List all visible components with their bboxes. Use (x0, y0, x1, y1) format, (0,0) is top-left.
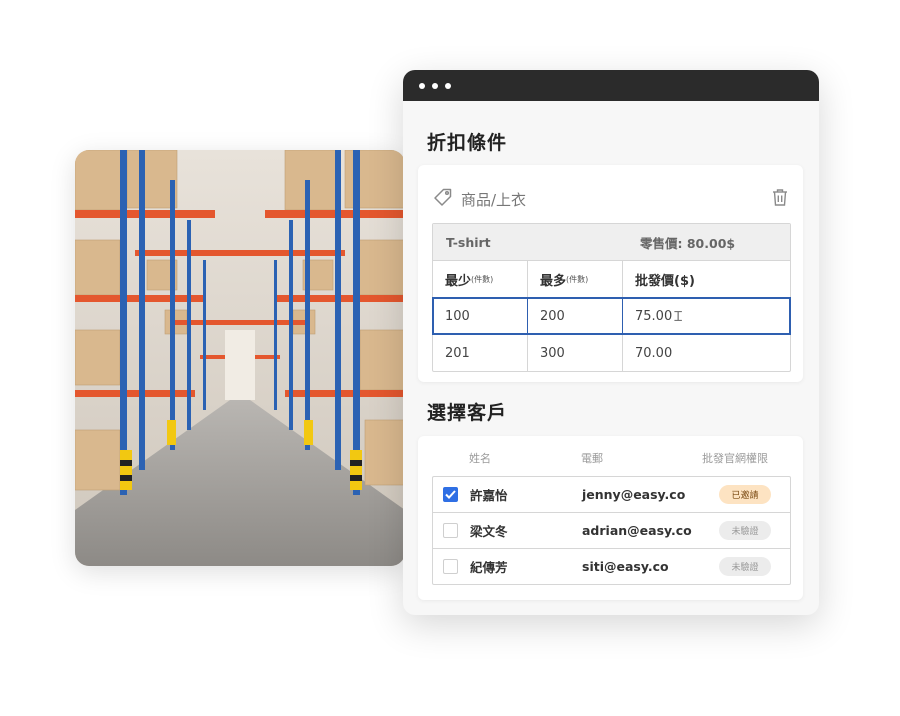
customer-email: adrian@easy.co (582, 523, 692, 538)
customer-name: 許嘉怡 (470, 488, 508, 503)
customer-row[interactable]: 梁文冬 adrian@easy.co 未驗證 (433, 513, 790, 549)
column-email: 電郵 (581, 452, 603, 465)
app-window: 折扣條件 商品/上衣 T-shirt 零售價: 80.00$ 最少 (件數) 最… (403, 70, 819, 615)
check-icon (445, 490, 456, 499)
customer-row[interactable]: 紀傳芳 siti@easy.co 未驗證 (433, 549, 790, 584)
window-titlebar (403, 70, 819, 101)
customer-row[interactable]: 許嘉怡 jenny@easy.co 已邀請 (433, 477, 790, 513)
discount-table: T-shirt 零售價: 80.00$ 最少 (件數) 最多 (件數) 批發價($)… (432, 223, 791, 372)
price-cell[interactable]: 75.00 Ɪ (623, 298, 790, 334)
max-qty-cell[interactable]: 300 (528, 335, 623, 371)
min-qty-cell[interactable]: 201 (433, 335, 528, 371)
window-dot (419, 82, 425, 89)
customer-name: 紀傳芳 (470, 560, 508, 575)
status-badge: 未驗證 (719, 521, 771, 540)
window-dot (432, 82, 438, 89)
discount-card: 商品/上衣 T-shirt 零售價: 80.00$ 最少 (件數) 最多 (件數) (418, 165, 803, 382)
discount-tier-row[interactable]: 201 300 70.00 (433, 335, 790, 371)
product-row: 商品/上衣 (433, 187, 789, 211)
discount-table-product-header: T-shirt 零售價: 80.00$ (433, 224, 790, 261)
discount-tier-row[interactable]: 100 200 75.00 Ɪ (432, 297, 791, 335)
customer-checkbox[interactable] (443, 559, 458, 574)
column-min-unit: (件數) (471, 274, 494, 284)
column-min-label: 最少 (445, 273, 472, 289)
max-qty-cell[interactable]: 200 (528, 298, 623, 334)
window-dot (445, 82, 451, 89)
customer-checkbox[interactable] (443, 523, 458, 538)
price-value[interactable]: 75.00 (635, 309, 672, 324)
customer-card: 姓名 電郵 批發官網權限 許嘉怡 jenny@easy.co 已邀請 梁文冬 a… (418, 436, 803, 600)
column-max: 最多 (件數) (528, 261, 623, 297)
customer-table: 許嘉怡 jenny@easy.co 已邀請 梁文冬 adrian@easy.co… (432, 476, 791, 585)
customer-email: jenny@easy.co (582, 487, 686, 502)
product-category-label: 商品/上衣 (461, 190, 527, 209)
customer-table-header: 姓名 電郵 批發官網權限 (432, 450, 789, 470)
column-max-label: 最多 (540, 273, 567, 289)
trash-icon[interactable] (771, 188, 789, 211)
column-name: 姓名 (469, 452, 491, 465)
warehouse-photo (75, 150, 405, 566)
customer-checkbox[interactable] (443, 487, 458, 502)
customer-section-title: 選擇客戶 (427, 402, 508, 424)
column-max-unit: (件數) (566, 274, 589, 284)
price-cell[interactable]: 70.00 (623, 335, 790, 371)
min-qty-cell[interactable]: 100 (433, 298, 528, 334)
text-cursor-icon: Ɪ (674, 308, 683, 325)
status-badge: 已邀請 (719, 485, 771, 504)
discount-table-column-header: 最少 (件數) 最多 (件數) 批發價($) (433, 261, 790, 298)
product-name: T-shirt (446, 234, 491, 250)
column-price: 批發價($) (635, 273, 695, 289)
status-badge: 未驗證 (719, 557, 771, 576)
discount-section-title: 折扣條件 (427, 132, 508, 154)
retail-price: 零售價: 80.00$ (640, 235, 736, 251)
column-min: 最少 (件數) (433, 261, 528, 297)
tag-icon (433, 187, 453, 211)
customer-email: siti@easy.co (582, 559, 669, 574)
customer-name: 梁文冬 (470, 524, 508, 539)
column-status: 批發官網權限 (702, 452, 768, 465)
